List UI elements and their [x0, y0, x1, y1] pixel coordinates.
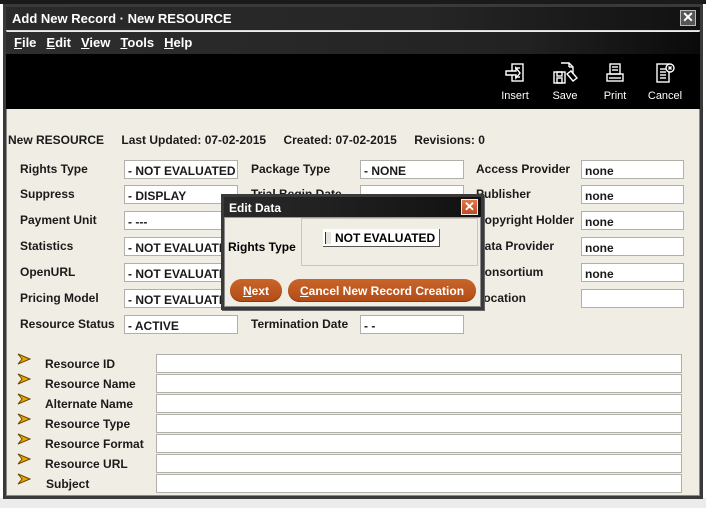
menu-bar: File Edit View Tools Help: [6, 32, 700, 54]
package-type-label: Package Type: [251, 162, 331, 176]
print-button[interactable]: Print: [590, 60, 640, 106]
copyright-holder-field[interactable]: none: [581, 211, 684, 230]
created-date: Created: 07-02-2015: [283, 133, 397, 147]
cancel-new-record-button[interactable]: Cancel New Record Creation: [288, 279, 476, 302]
print-icon: [606, 63, 624, 82]
window-titlebar[interactable]: Add New Record · New RESOURCE ✕: [6, 7, 700, 31]
publisher-field[interactable]: none: [581, 185, 684, 204]
resource-type-field[interactable]: [156, 414, 682, 433]
cancel-label: Cancel: [647, 90, 683, 102]
payment-unit-label: Payment Unit: [20, 213, 97, 227]
suppress-label: Suppress: [20, 187, 75, 201]
close-icon: ✕: [682, 9, 694, 25]
termination-date-label: Termination Date: [251, 317, 349, 331]
access-provider-label: Access Provider: [476, 162, 571, 176]
arrow-bullet-icon: [17, 393, 31, 405]
edit-data-dialog: Edit Data ✕ Rights Type NOT EVALUATED Ne…: [221, 194, 484, 310]
resource-name-field[interactable]: [156, 374, 682, 393]
subject-field[interactable]: [156, 474, 682, 493]
text-caret: [325, 232, 331, 244]
copyright-holder-label: Copyright Holder: [476, 213, 574, 227]
publisher-label: Publisher: [476, 187, 531, 201]
resource-url-label: Resource URL: [45, 457, 128, 471]
alternate-name-label: Alternate Name: [45, 397, 134, 411]
dialog-field-label: Rights Type: [228, 240, 296, 254]
termination-date-field[interactable]: - -: [360, 315, 464, 334]
menu-tools[interactable]: Tools: [120, 35, 154, 54]
resource-status-field[interactable]: - ACTIVE: [124, 315, 238, 334]
close-icon: ✕: [464, 199, 475, 214]
resource-id-field[interactable]: [156, 354, 682, 373]
dialog-field-container: NOT EVALUATED: [301, 218, 478, 266]
location-field[interactable]: [581, 289, 684, 308]
arrow-bullet-icon: [17, 413, 31, 425]
next-button[interactable]: Next: [230, 279, 282, 302]
save-button[interactable]: Save: [540, 60, 590, 106]
menu-edit[interactable]: Edit: [46, 35, 71, 54]
data-provider-label: Data Provider: [476, 239, 555, 253]
dialog-titlebar[interactable]: Edit Data ✕: [224, 197, 481, 218]
subject-label: Subject: [46, 477, 90, 491]
arrow-bullet-icon: [17, 453, 31, 465]
menu-file[interactable]: File: [14, 35, 36, 54]
rights-type-field[interactable]: - NOT EVALUATED: [124, 160, 238, 179]
arrow-bullet-icon: [17, 433, 31, 445]
statistics-label: Statistics: [20, 239, 74, 253]
consortium-field[interactable]: none: [581, 263, 684, 282]
cancel-record-label: ancel New Record Creation: [308, 284, 465, 298]
menu-accel: F: [14, 35, 22, 50]
dialog-title: Edit Data: [229, 201, 282, 215]
resource-format-label: Resource Format: [45, 437, 144, 451]
toolbar: Insert Save Print Cancel: [6, 54, 700, 109]
last-updated: Last Updated: 07-02-2015: [121, 133, 267, 147]
cancel-accel: C: [299, 284, 309, 298]
menu-accel: E: [46, 35, 56, 50]
menu-accel: H: [164, 35, 174, 50]
data-provider-field[interactable]: none: [581, 237, 684, 256]
resource-id-label: Resource ID: [45, 357, 116, 371]
menu-label: ile: [21, 35, 37, 50]
access-provider-field[interactable]: none: [581, 160, 684, 179]
record-info-bar: New RESOURCE Last Updated: 07-02-2015 Cr…: [8, 133, 499, 147]
menu-help[interactable]: Help: [164, 35, 192, 54]
record-type: New RESOURCE: [8, 133, 105, 147]
resource-format-field[interactable]: [156, 434, 682, 453]
menu-view[interactable]: View: [81, 35, 110, 54]
consortium-label: Consortium: [476, 265, 544, 279]
resource-url-field[interactable]: [156, 454, 682, 473]
menu-label: dit: [55, 35, 71, 50]
rights-type-select[interactable]: NOT EVALUATED: [323, 229, 440, 247]
insert-button[interactable]: Insert: [490, 60, 540, 106]
dialog-close-button[interactable]: ✕: [461, 199, 478, 215]
openurl-label: OpenURL: [20, 265, 76, 279]
next-accel: N: [242, 284, 252, 298]
menu-label: elp: [173, 35, 193, 50]
pricing-model-label: Pricing Model: [20, 291, 99, 305]
rights-type-label: Rights Type: [20, 162, 88, 176]
revisions-count: Revisions: 0: [414, 133, 485, 147]
window-close-button[interactable]: ✕: [680, 10, 696, 26]
package-type-field[interactable]: - NONE: [360, 160, 464, 179]
print-label: Print: [603, 90, 627, 102]
save-label: Save: [552, 90, 578, 102]
background-window-edge-bottom: [0, 498, 706, 508]
menu-label: iew: [89, 35, 111, 50]
resource-type-label: Resource Type: [45, 417, 131, 431]
window-title: Add New Record · New RESOURCE: [12, 11, 232, 26]
cancel-icon: [656, 63, 675, 83]
resource-name-label: Resource Name: [45, 377, 136, 391]
insert-label: Insert: [501, 90, 529, 102]
menu-label: ools: [127, 35, 155, 50]
save-icon: [553, 62, 578, 84]
arrow-bullet-icon: [17, 373, 31, 385]
arrow-bullet-icon: [17, 473, 31, 485]
alternate-name-field[interactable]: [156, 394, 682, 413]
cancel-button[interactable]: Cancel: [640, 60, 690, 106]
rights-type-value: NOT EVALUATED: [335, 231, 436, 245]
insert-icon: [505, 63, 524, 82]
arrow-bullet-icon: [17, 353, 31, 365]
resource-status-label: Resource Status: [20, 317, 115, 331]
next-label: ext: [251, 284, 269, 298]
